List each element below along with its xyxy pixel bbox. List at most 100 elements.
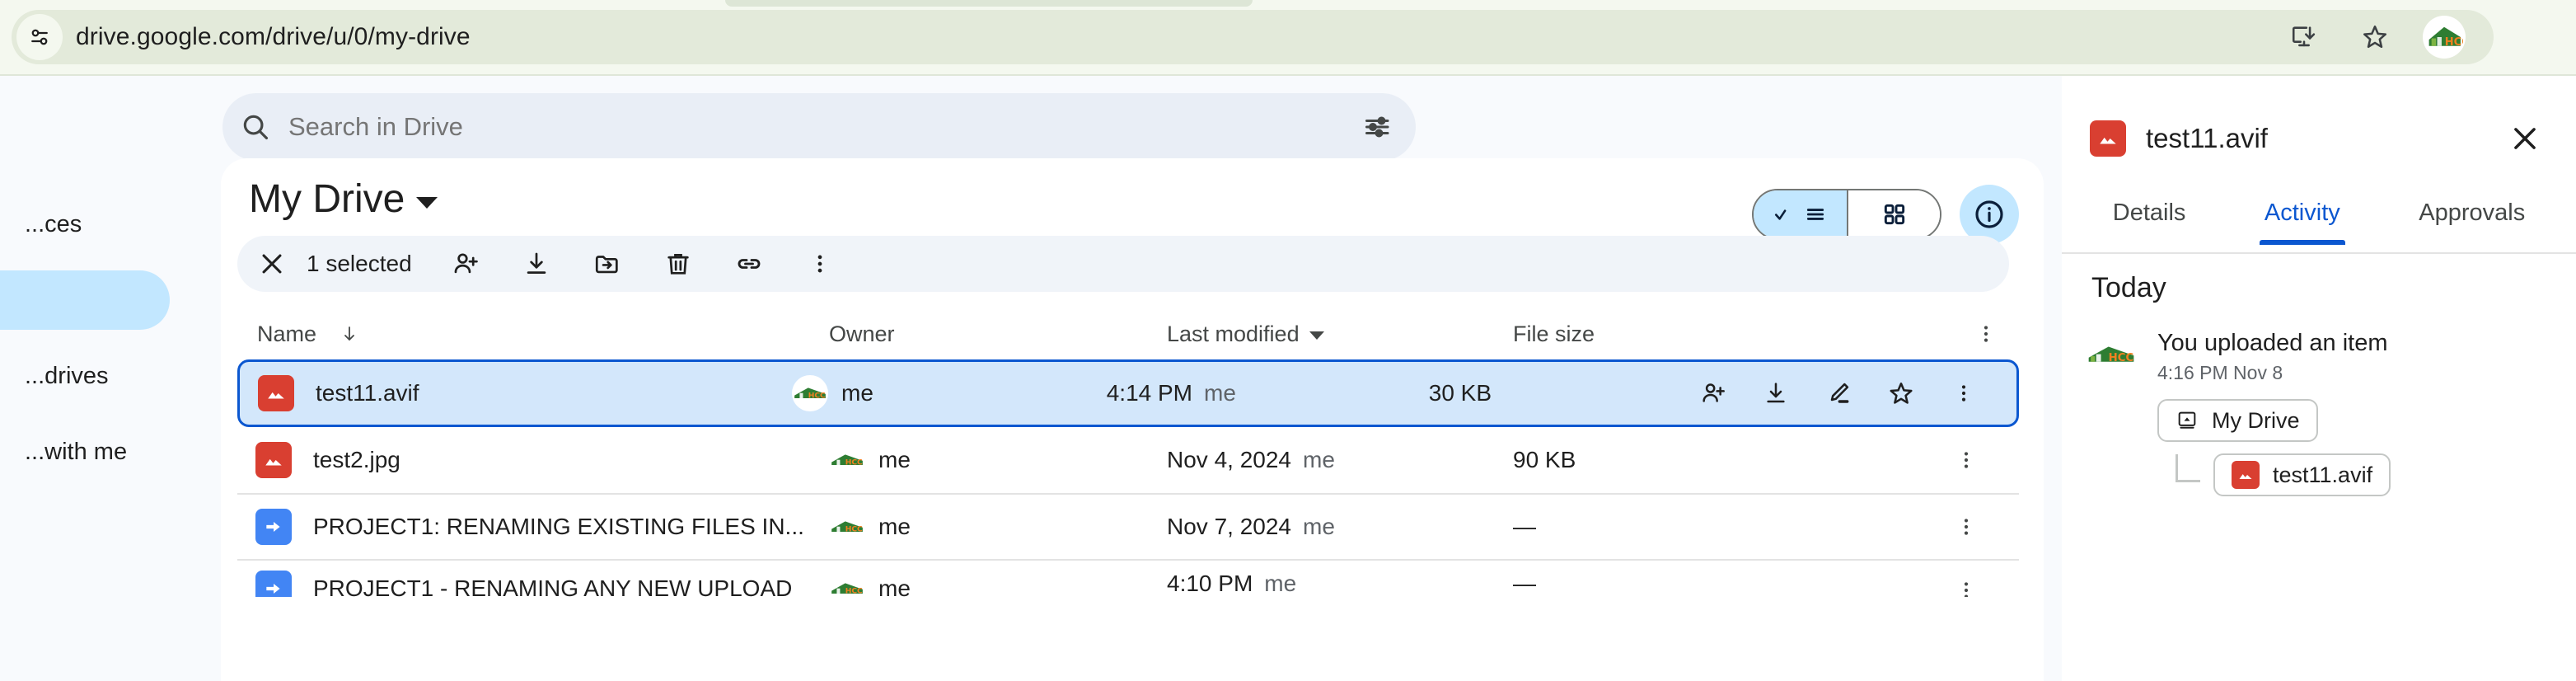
install-app-icon[interactable] xyxy=(2281,14,2327,60)
tree-elbow-connector xyxy=(2176,454,2200,482)
sidebar-item-shared-drives[interactable]: ...drives xyxy=(0,346,109,406)
caret-down-icon xyxy=(1309,331,1324,340)
grid-view-button[interactable] xyxy=(1847,190,1940,238)
owner-cell: HCC me xyxy=(829,442,1167,478)
page-title-text: My Drive xyxy=(249,177,405,221)
star-bookmark-icon[interactable] xyxy=(2352,14,2398,60)
details-panel: test11.avif Details Activity Approvals T… xyxy=(2062,76,2576,681)
omnibox-actions: HCC xyxy=(2281,14,2466,60)
svg-text:HCC: HCC xyxy=(2445,36,2463,49)
svg-text:HCC: HCC xyxy=(845,525,863,533)
file-name-label: test11.avif xyxy=(316,380,419,406)
owner-avatar: HCC xyxy=(792,375,828,411)
row-share-button[interactable] xyxy=(1682,364,1745,423)
close-icon[interactable] xyxy=(2502,115,2548,162)
row-more-button[interactable] xyxy=(1935,430,1998,490)
address-bar[interactable]: drive.google.com/drive/u/0/my-drive HC xyxy=(12,10,2494,64)
sidebar-item-my-drive[interactable] xyxy=(0,270,170,330)
row-more-button[interactable] xyxy=(1935,497,1998,557)
sidebar-item-label: ...with me xyxy=(25,438,128,465)
view-toggle[interactable] xyxy=(1752,189,1941,240)
owner-cell: HCC me xyxy=(829,509,1167,545)
browser-chrome: drive.google.com/drive/u/0/my-drive HC xyxy=(0,0,2576,76)
owner-label: me xyxy=(878,514,911,539)
file-name-label: PROJECT1 - RENAMING ANY NEW UPLOAD xyxy=(313,575,793,597)
svg-text:HCC: HCC xyxy=(2109,352,2134,364)
tab-activity[interactable]: Activity xyxy=(2259,191,2345,245)
more-actions-button[interactable] xyxy=(785,236,855,292)
column-header-owner[interactable]: Owner xyxy=(829,322,1167,347)
sidebar-item-shared-with-me[interactable]: ...with me xyxy=(0,422,127,481)
more-vert-icon xyxy=(1984,326,1988,342)
tab-approvals[interactable]: Approvals xyxy=(2414,191,2530,245)
owner-avatar: HCC xyxy=(829,442,865,478)
column-header-size[interactable]: File size xyxy=(1513,322,1785,347)
page-title[interactable]: My Drive xyxy=(249,176,438,222)
move-to-folder-button[interactable] xyxy=(572,236,643,292)
row-star-icon[interactable] xyxy=(1870,364,1932,423)
share-button[interactable] xyxy=(430,236,501,292)
table-row[interactable]: test11.avif HCC me 4:14 PM me 30 KB xyxy=(237,359,2019,427)
modified-cell: 4:10 PM me xyxy=(1167,561,1513,597)
owner-label: me xyxy=(841,380,873,406)
column-header-modified[interactable]: Last modified xyxy=(1167,322,1513,347)
svg-text:HCC: HCC xyxy=(808,392,826,400)
page-info-icon[interactable] xyxy=(16,14,63,60)
sidebar-item-label: ...ces xyxy=(25,210,82,237)
column-header-modified-label: Last modified xyxy=(1167,321,1300,346)
file-table: Name Owner Last modified File size test1… xyxy=(237,308,2019,597)
sidebar-item-label: ...drives xyxy=(25,362,109,389)
search-input[interactable] xyxy=(288,112,1340,142)
clear-selection-close-icon[interactable] xyxy=(237,250,307,278)
svg-text:HCC: HCC xyxy=(845,458,863,467)
activity-location-row: My Drive xyxy=(2157,399,2564,442)
image-file-icon xyxy=(2090,120,2126,157)
column-header-name[interactable]: Name xyxy=(237,322,829,347)
list-view-button[interactable] xyxy=(1754,190,1847,238)
modified-date-label: Nov 7, 2024 xyxy=(1167,514,1291,539)
chevron-down-icon[interactable] xyxy=(416,196,438,209)
table-row[interactable]: PROJECT1: RENAMING EXISTING FILES IN... … xyxy=(237,493,2019,559)
details-panel-header: test11.avif xyxy=(2062,102,2576,175)
search-icon[interactable] xyxy=(222,111,288,143)
column-header-options[interactable] xyxy=(1785,322,2019,345)
row-annotate-pen-icon[interactable] xyxy=(1807,364,1870,423)
download-button[interactable] xyxy=(501,236,572,292)
owner-cell: HCC me xyxy=(792,375,1107,411)
modified-by-label: me xyxy=(1303,447,1335,472)
sidebar-item-workspaces[interactable]: ...ces xyxy=(0,195,82,254)
drive-app: HCC HCC ...ces ...drive xyxy=(0,76,2576,681)
chip-file[interactable]: test11.avif xyxy=(2213,453,2391,496)
url-text[interactable]: drive.google.com/drive/u/0/my-drive xyxy=(76,23,2281,51)
tab-details[interactable]: Details xyxy=(2108,191,2191,245)
chip-my-drive-label: My Drive xyxy=(2212,407,2300,433)
file-size-cell: — xyxy=(1513,571,1536,596)
tune-filter-icon[interactable] xyxy=(1340,112,1416,142)
row-more-button[interactable] xyxy=(1935,561,1998,597)
row-download-button[interactable] xyxy=(1745,364,1807,423)
search-bar[interactable] xyxy=(222,93,1416,161)
column-header-owner-label: Owner xyxy=(829,321,895,346)
modified-date-label: 4:14 PM xyxy=(1106,380,1192,406)
modified-cell: Nov 4, 2024 me xyxy=(1167,447,1513,473)
file-size-cell: 30 KB xyxy=(1428,380,1492,406)
file-name-cell: test11.avif xyxy=(240,375,792,411)
row-actions xyxy=(1682,364,2016,423)
tab-strip-remnant xyxy=(725,0,1253,7)
slides-file-icon xyxy=(255,509,292,545)
table-row[interactable]: test2.jpg HCC me Nov 4, 2024 me 90 KB xyxy=(237,427,2019,493)
table-row[interactable]: PROJECT1 - RENAMING ANY NEW UPLOAD HCC m… xyxy=(237,559,2019,597)
copy-link-button[interactable] xyxy=(714,236,785,292)
file-name-cell: test2.jpg xyxy=(237,442,829,478)
row-actions xyxy=(1785,497,2019,557)
owner-avatar: HCC xyxy=(829,509,865,545)
owner-label: me xyxy=(878,447,911,472)
image-file-icon xyxy=(255,442,292,478)
selection-actions xyxy=(430,236,855,292)
chip-my-drive[interactable]: My Drive xyxy=(2157,399,2318,442)
row-more-button[interactable] xyxy=(1932,364,1995,423)
hcc-profile-avatar[interactable]: HCC xyxy=(2423,16,2466,59)
activity-title: You uploaded an item xyxy=(2157,330,2388,356)
trash-button[interactable] xyxy=(643,236,714,292)
owner-avatar: HCC xyxy=(829,571,865,597)
